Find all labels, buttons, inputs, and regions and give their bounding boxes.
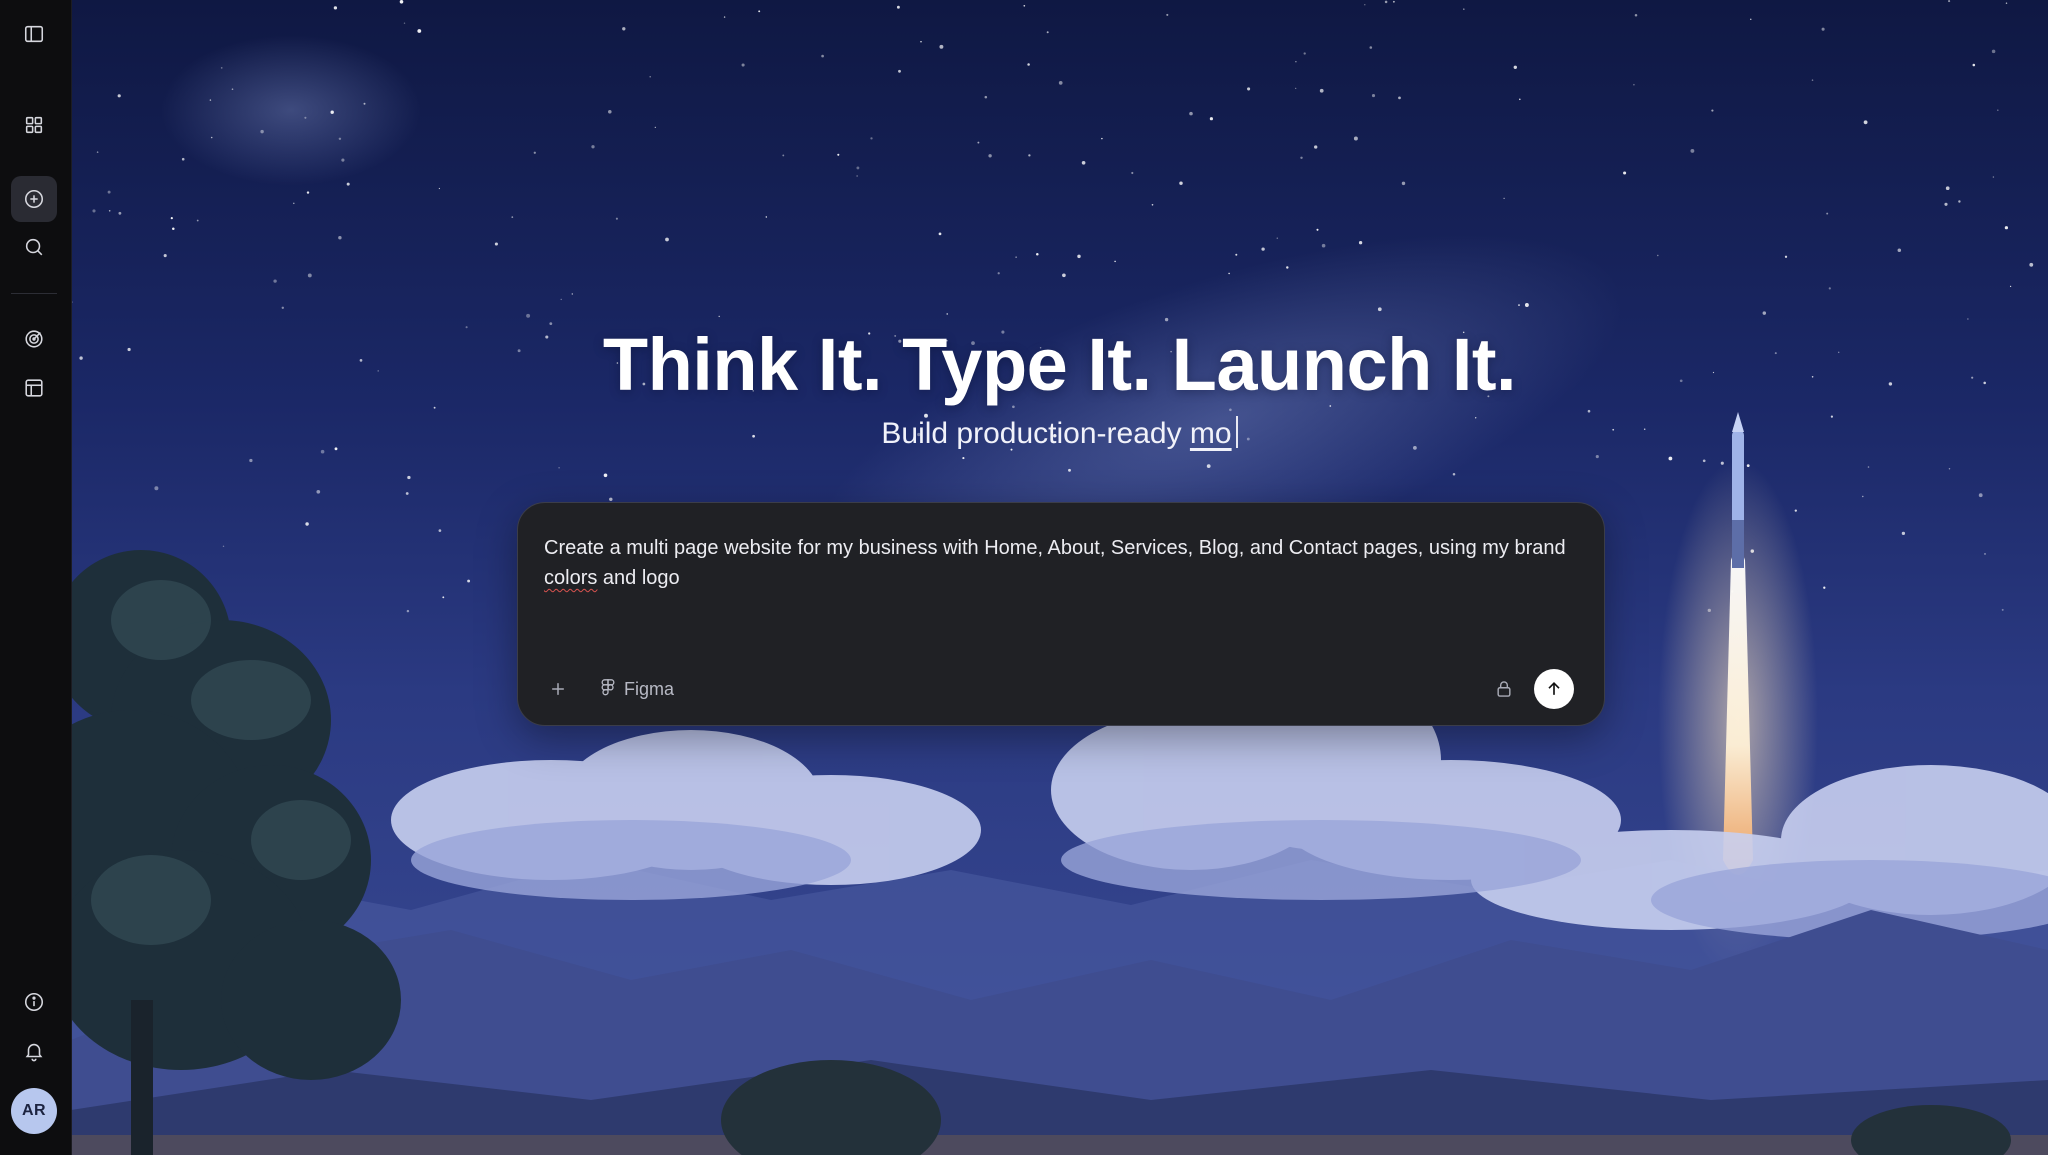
figma-import-button[interactable]: Figma bbox=[600, 671, 674, 707]
sidebar-item-info[interactable] bbox=[11, 979, 57, 1025]
avatar[interactable]: AR bbox=[11, 1088, 57, 1134]
target-icon bbox=[25, 330, 43, 348]
layout-icon bbox=[25, 379, 43, 397]
sidebar-toggle-icon bbox=[24, 25, 44, 43]
sidebar-divider bbox=[11, 293, 57, 294]
send-button[interactable] bbox=[1534, 669, 1574, 709]
plus-icon bbox=[552, 683, 564, 695]
figma-icon bbox=[601, 679, 615, 696]
sidebar-item-templates[interactable] bbox=[11, 365, 57, 411]
add-attachment-button[interactable] bbox=[540, 671, 576, 707]
sidebar-item-goals[interactable] bbox=[11, 316, 57, 362]
sidebar-item-search[interactable] bbox=[11, 224, 57, 270]
plus-circle-icon bbox=[24, 189, 44, 209]
info-icon bbox=[24, 992, 44, 1012]
hero-subtitle-prefix: Build production-ready bbox=[881, 417, 1182, 450]
sidebar-item-new[interactable] bbox=[11, 176, 57, 222]
bell-icon bbox=[25, 1043, 43, 1062]
app-window: AR Think It. Type It. Launch It. Build p… bbox=[0, 0, 2048, 1155]
search-icon bbox=[25, 238, 43, 256]
sidebar-toggle-button[interactable] bbox=[11, 11, 57, 57]
hero-subtitle-typed: mo bbox=[1189, 417, 1232, 450]
grid-icon bbox=[25, 116, 43, 134]
typing-caret bbox=[1235, 416, 1238, 448]
prompt-input[interactable]: Create a multi page website for my busin… bbox=[544, 533, 1574, 593]
prompt-box[interactable]: Create a multi page website for my busin… bbox=[517, 502, 1605, 726]
main-canvas: Think It. Type It. Launch It. Build prod… bbox=[71, 0, 2048, 1155]
sidebar-item-notifications[interactable] bbox=[11, 1028, 57, 1074]
sidebar: AR bbox=[0, 0, 72, 1155]
sidebar-item-apps[interactable] bbox=[11, 102, 57, 148]
prompt-text-part2: and logo bbox=[597, 567, 680, 589]
prompt-text-part1: Create a multi page website for my busin… bbox=[544, 537, 1566, 559]
hero-subtitle: Build production-ready mo bbox=[71, 416, 2048, 451]
hero-title: Think It. Type It. Launch It. bbox=[602, 323, 1517, 406]
privacy-lock-button[interactable] bbox=[1486, 671, 1522, 707]
prompt-text-misspelled: colors bbox=[544, 567, 598, 589]
lock-icon bbox=[1497, 681, 1511, 697]
figma-label: Figma bbox=[624, 678, 675, 699]
arrow-up-icon bbox=[1548, 681, 1560, 695]
